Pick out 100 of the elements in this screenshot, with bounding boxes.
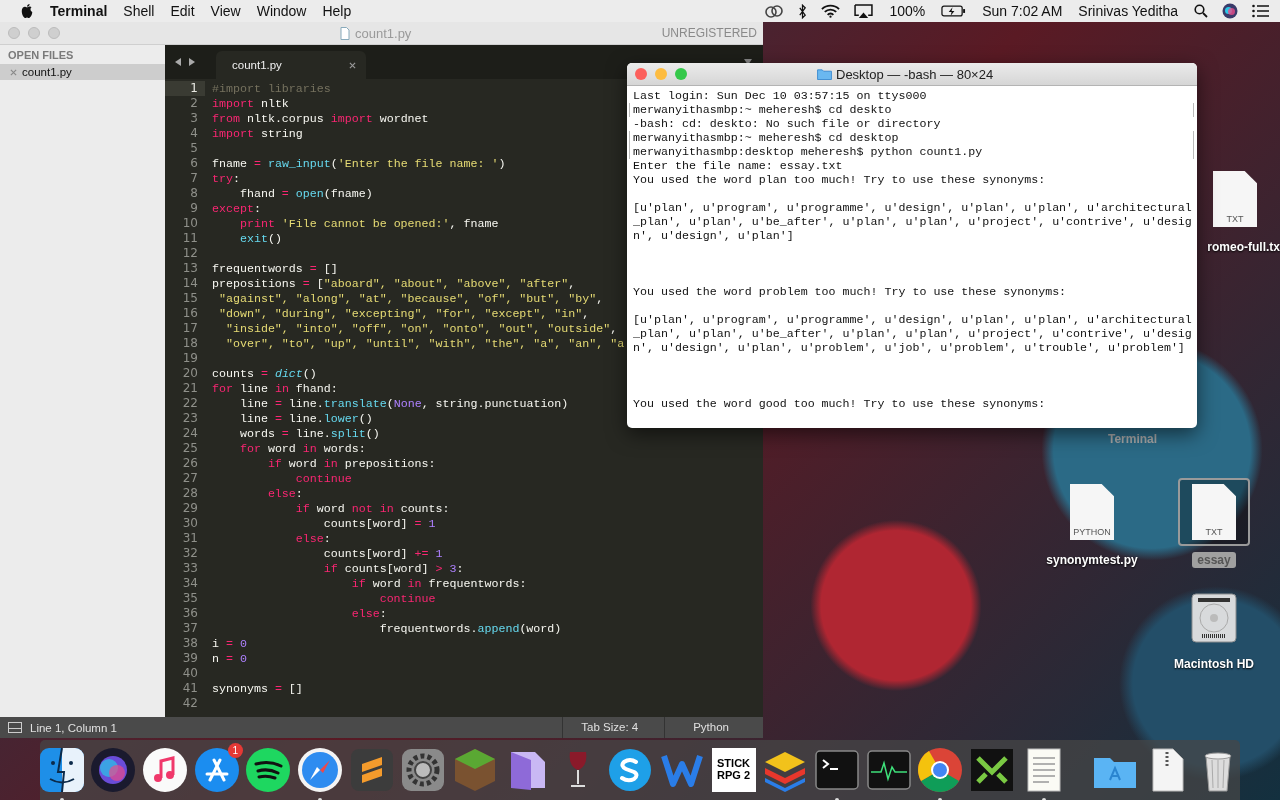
output-line: Enter the file name: essay.txt: [632, 159, 844, 173]
line-number: 4: [189, 126, 199, 141]
output-line: [u'plan', u'program', u'programme', u'design', u'plan', u'plan', u'architectural: [632, 201, 1193, 215]
panel-icon[interactable]: [8, 722, 22, 733]
menu-item[interactable]: Window: [256, 3, 307, 19]
line-number: 22: [181, 396, 199, 411]
code-line: counts = dict(): [211, 366, 317, 381]
code-line: fname = raw_input('Enter the file name: '): [211, 156, 506, 171]
menu-app-name[interactable]: Terminal: [50, 3, 108, 19]
wifi-icon[interactable]: [821, 4, 841, 18]
file-type-label: PYTHON: [1073, 527, 1111, 539]
search-icon[interactable]: [1194, 4, 1208, 18]
output-line: [u'plan', u'program', u'programme', u'design', u'plan', u'plan', u'architectural: [632, 313, 1193, 327]
line-number: 26: [181, 456, 199, 471]
desktop-icon-label[interactable]: synonymtest.py: [1041, 552, 1143, 568]
code-line: words = line.split(): [238, 426, 380, 441]
close-icon[interactable]: [349, 61, 356, 69]
code-line: for line in fhand:: [211, 381, 338, 396]
output-line: n', u'design', u'plan', u'problem', u'job', u'problem', u'trouble', u'problem']: [632, 341, 1186, 355]
sidebar-header: OPEN FILES: [7, 48, 75, 63]
line-number: 11: [181, 231, 199, 246]
battery-icon[interactable]: [941, 5, 967, 17]
code-line: "over", "to", "up", "until", "with", "the", "a", "an", "a: [224, 336, 625, 351]
app-tile-icon[interactable]: STICK RPG 2: [711, 748, 756, 792]
smiling-face-icon[interactable]: [37, 746, 86, 794]
file-type-label: TXT: [1205, 527, 1223, 539]
desktop-icon-label[interactable]: Macintosh HD: [1169, 656, 1259, 672]
file-tab[interactable]: count1.py: [216, 51, 366, 79]
code-line: fhand = open(fname): [238, 186, 373, 201]
caret-icon[interactable]: [743, 58, 753, 66]
output-line: _plan', u'plan', u'be_after', u'plan', u'plan', u'project', u'contrive', u'desig: [632, 327, 1193, 341]
user-name[interactable]: Srinivas Yeditha: [1078, 3, 1178, 19]
code-line: else:: [294, 531, 331, 546]
line-number: 10: [181, 216, 199, 231]
output-line: Last login: Sun Dec 10 03:57:15 on ttys000: [632, 89, 928, 103]
file-icon: [340, 26, 350, 40]
code-line: else:: [350, 606, 387, 621]
output-line: -bash: cd: deskto: No such file or directory: [632, 117, 942, 131]
code-line: if counts[word] > 3:: [322, 561, 464, 576]
menu-clock[interactable]: Sun 7:02 AM: [982, 3, 1063, 19]
music-note-icon[interactable]: [140, 746, 189, 794]
line-number: 24: [181, 426, 199, 441]
line-number: 6: [189, 156, 199, 171]
code-line: continue: [378, 591, 436, 606]
line-number: 25: [181, 441, 199, 456]
line-number: 19: [181, 351, 199, 366]
menu-list-icon[interactable]: [1252, 4, 1270, 18]
menu-item[interactable]: Edit: [170, 3, 195, 19]
orb-icon[interactable]: [1222, 3, 1238, 19]
menu-item[interactable]: Shell: [123, 3, 155, 19]
back-arrow-icon[interactable]: [174, 57, 182, 67]
line-number: 33: [181, 561, 199, 576]
cloud-rings-icon[interactable]: [764, 4, 785, 18]
battery-percentage: 100%: [889, 3, 926, 19]
code-line: "inside", "into", "off", "on", "onto", "out", "outside",: [224, 321, 618, 336]
code-line: except:: [211, 201, 261, 216]
license-label: UNREGISTERED: [661, 26, 758, 40]
menu-item[interactable]: View: [210, 3, 241, 19]
code-line: line = line.translate(None, string.punctuation): [238, 396, 569, 411]
sidebar-file-item[interactable]: count1.py: [0, 64, 165, 80]
tab-size-selector[interactable]: Tab Size: 4: [562, 717, 657, 738]
code-line: import nltk: [211, 96, 289, 111]
code-line: counts[word] += 1: [322, 546, 443, 561]
code-line: prepositions = ["aboard", "about", "above", "after",: [211, 276, 576, 291]
compass-icon[interactable]: [296, 746, 345, 794]
output-line: You used the word plan too much! Try to use these synonyms:: [632, 173, 1047, 187]
line-number: 14: [181, 276, 199, 291]
line-number: 5: [189, 141, 199, 156]
cursor-position: Line 1, Column 1: [30, 721, 117, 734]
desktop-icon-label[interactable]: romeo-full.tx: [1202, 239, 1280, 255]
prompt-line: merwanyithasmbp:~ meheresh$ cd desktop: [629, 131, 1194, 145]
document-icon[interactable]: TXT: [1178, 478, 1250, 546]
line-number: 8: [189, 186, 199, 201]
sound-waves-icon[interactable]: [244, 746, 293, 794]
orb-icon[interactable]: [89, 746, 138, 794]
file-type-label: TXT: [1226, 214, 1244, 226]
folder-icon: [817, 68, 832, 80]
syntax-selector[interactable]: Python: [664, 717, 763, 738]
line-number: 15: [181, 291, 199, 306]
line-number: 30: [181, 516, 199, 531]
code-line: else:: [266, 486, 303, 501]
apple-icon[interactable]: [20, 3, 34, 19]
line-number: 31: [181, 531, 199, 546]
display-icon[interactable]: [854, 3, 874, 19]
code-line: import string: [211, 126, 303, 141]
forward-arrow-icon[interactable]: [188, 57, 196, 67]
line-number: 21: [181, 381, 199, 396]
code-line: "down", "during", "excepting", "for", "except", "in",: [218, 306, 590, 321]
segmented-circle-icon[interactable]: [916, 746, 965, 794]
code-line: n = 0: [211, 651, 247, 666]
crossed-strokes-icon[interactable]: [192, 746, 241, 794]
menu-item[interactable]: Help: [322, 3, 352, 19]
code-line: if word in prepositions:: [266, 456, 436, 471]
line-number: 42: [181, 696, 199, 711]
line-number: 27: [181, 471, 199, 486]
bluetooth-icon[interactable]: [798, 3, 808, 19]
code-line: exit(): [238, 231, 282, 246]
hard-drive-icon[interactable]: [1188, 590, 1240, 646]
line-number: 1: [165, 81, 205, 96]
output-line: _plan', u'plan', u'be_after', u'plan', u'plan', u'project', u'contrive', u'desig: [632, 215, 1193, 229]
